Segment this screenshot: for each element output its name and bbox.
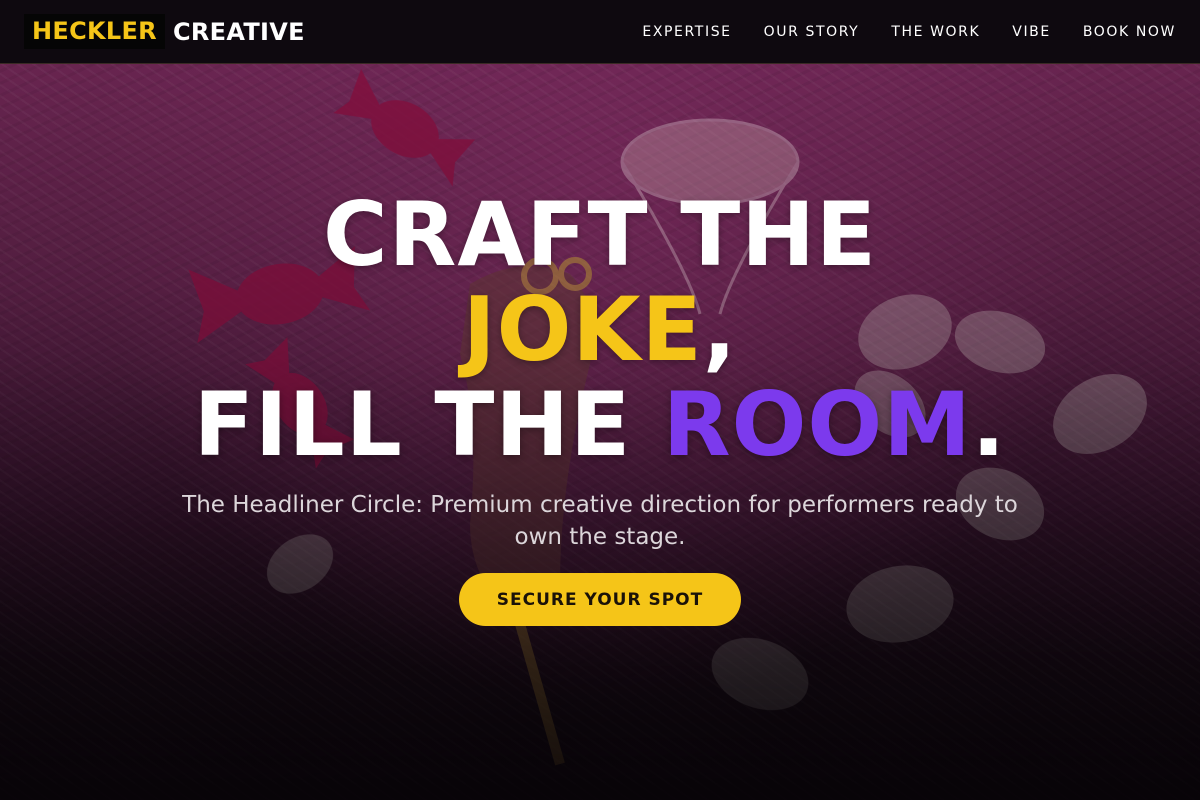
site-header: HECKLER CREATIVE EXPERTISE OUR STORY THE… — [0, 0, 1200, 64]
headline-line-3: FILL THE ROOM. — [0, 377, 1200, 472]
hero-headline: CRAFT THE JOKE, FILL THE ROOM. — [0, 187, 1200, 472]
headline-highlight-room: ROOM — [662, 373, 972, 476]
hero-subtitle: The Headliner Circle: Premium creative d… — [182, 492, 1018, 550]
headline-line-2: JOKE, — [0, 282, 1200, 377]
headline-line-1: CRAFT THE — [322, 183, 877, 286]
nav-link-our-story[interactable]: OUR STORY — [764, 24, 860, 40]
headline-fill-the: FILL THE — [193, 373, 663, 476]
brand-logo[interactable]: HECKLER CREATIVE — [24, 13, 305, 50]
nav-link-expertise[interactable]: EXPERTISE — [642, 24, 731, 40]
secure-your-spot-button[interactable]: SECURE YOUR SPOT — [459, 573, 741, 626]
main-nav: EXPERTISE OUR STORY THE WORK VIBE BOOK N… — [610, 0, 1176, 64]
nav-link-vibe[interactable]: VIBE — [1012, 24, 1051, 40]
brand-name-first: HECKLER — [24, 14, 165, 49]
nav-link-the-work[interactable]: THE WORK — [891, 24, 980, 40]
headline-comma: , — [702, 278, 738, 381]
headline-period: . — [971, 373, 1007, 476]
headline-highlight-joke: JOKE — [462, 278, 703, 381]
brand-name-second: CREATIVE — [172, 17, 305, 46]
nav-link-book-now[interactable]: BOOK NOW — [1083, 24, 1176, 40]
hero-section: CRAFT THE JOKE, FILL THE ROOM. The Headl… — [0, 64, 1200, 800]
